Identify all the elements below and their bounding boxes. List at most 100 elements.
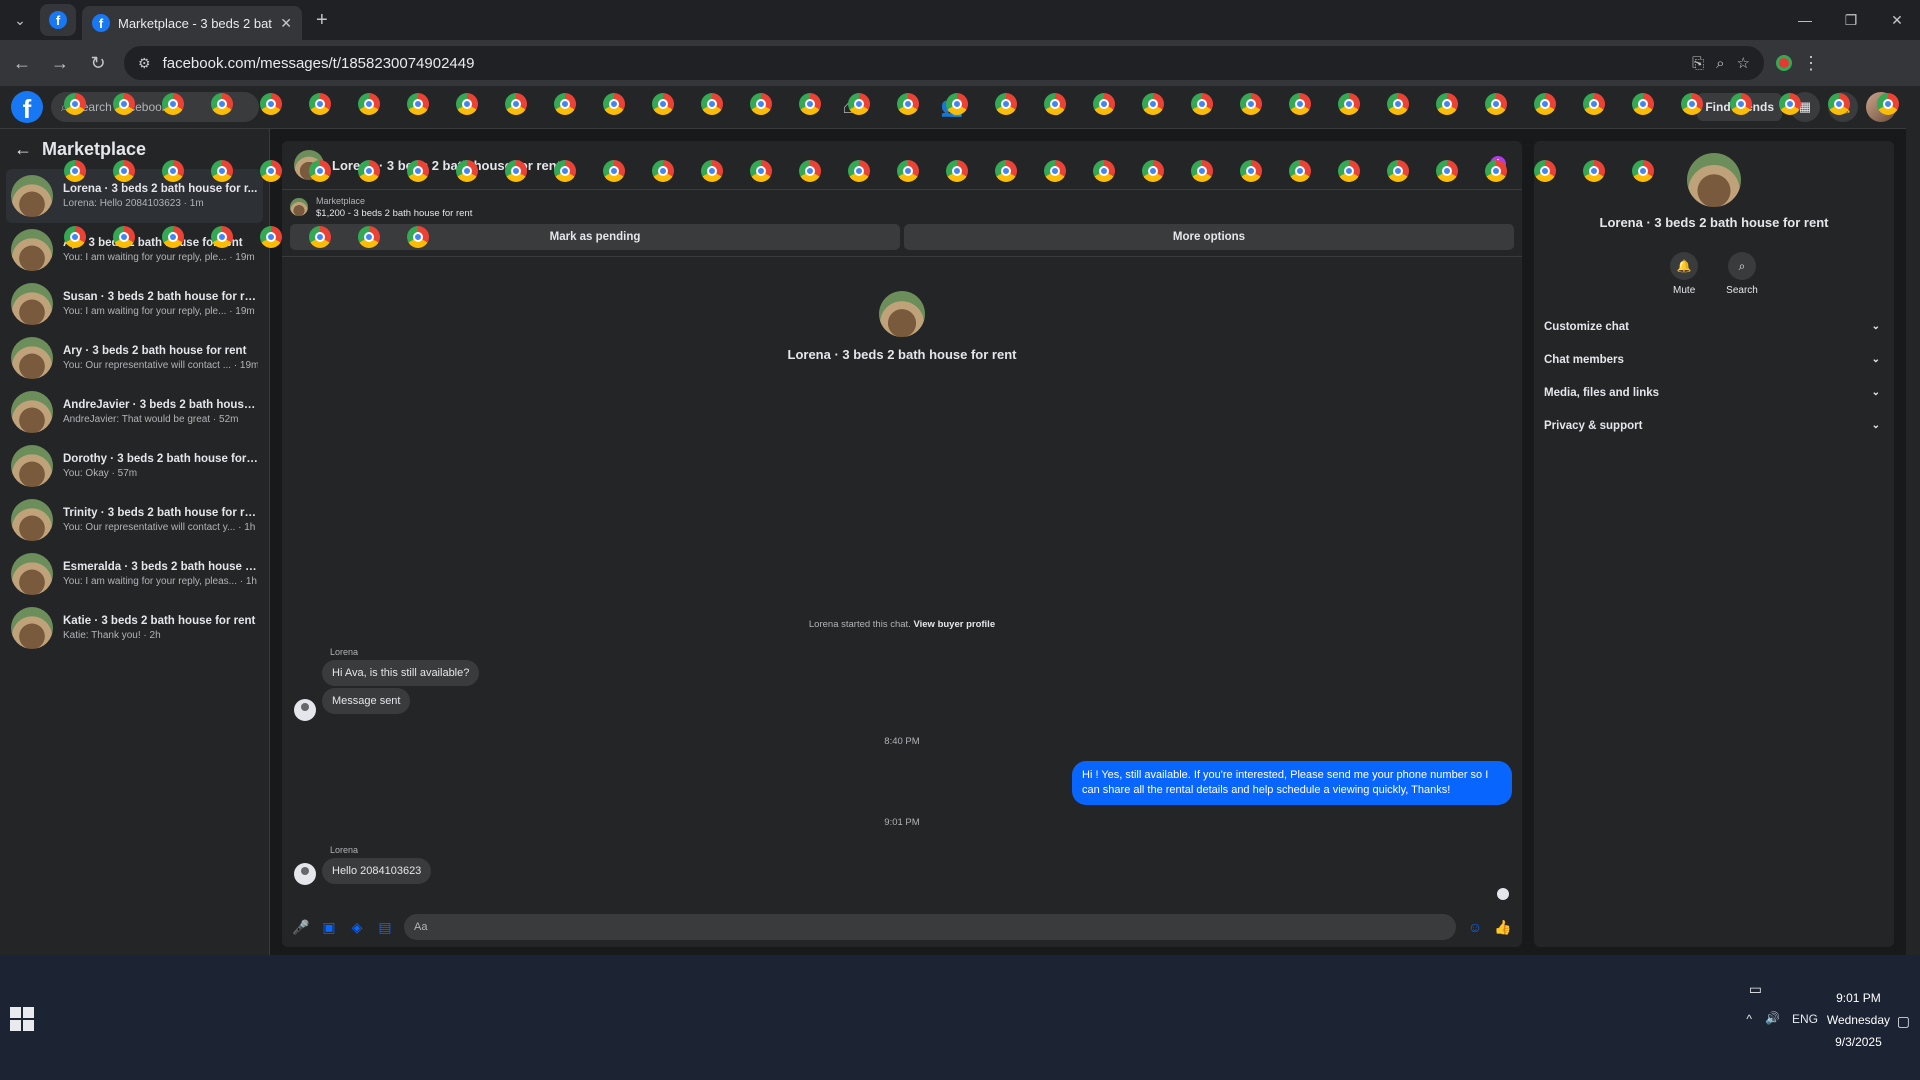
bookmark-star-icon[interactable]: ☆ [1737, 54, 1750, 72]
taskbar-app-icon[interactable] [750, 93, 772, 115]
taskbar-app-icon[interactable] [1632, 160, 1654, 182]
taskbar-app-icon[interactable] [897, 160, 919, 182]
taskbar-app-icon[interactable] [456, 160, 478, 182]
notification-center-icon[interactable]: ▢ [1897, 1013, 1910, 1030]
taskbar-app-icon[interactable] [113, 226, 135, 248]
taskbar-app-icon[interactable] [1681, 93, 1703, 115]
taskbar-app-icon[interactable] [505, 93, 527, 115]
taskbar-app-icon[interactable] [1534, 160, 1556, 182]
site-info-icon[interactable]: ⚙ [138, 55, 151, 72]
taskbar-app-icon[interactable] [1044, 160, 1066, 182]
taskbar-app-icon[interactable] [358, 93, 380, 115]
photo-icon[interactable]: ▣ [320, 919, 338, 936]
extension-icon[interactable] [1776, 55, 1792, 71]
taskbar-app-icon[interactable] [1338, 93, 1360, 115]
conversation-item[interactable]: Katie · 3 beds 2 bath house for rent Kati… [6, 601, 263, 655]
search-button[interactable]: ⌕ Search [1726, 252, 1758, 296]
sticker-icon[interactable]: ◈ [348, 919, 366, 936]
restore-button[interactable]: ❐ [1828, 0, 1874, 40]
mark-as-pending-button[interactable]: Mark as pending [290, 224, 900, 250]
taskbar-app-icon[interactable] [701, 93, 723, 115]
sender-avatar[interactable] [294, 699, 316, 721]
message-input[interactable]: Aa [404, 914, 1456, 940]
taskbar-app-icon[interactable] [1289, 93, 1311, 115]
taskbar-app-icon[interactable] [603, 93, 625, 115]
taskbar-app-icon[interactable] [799, 160, 821, 182]
tab-search-dropdown[interactable]: ⌄ [6, 6, 34, 34]
taskbar-app-icon[interactable] [946, 93, 968, 115]
taskbar-app-icon[interactable] [1485, 160, 1507, 182]
language-indicator[interactable]: ENG [1792, 1012, 1818, 1026]
like-thumb-icon[interactable]: 👍 [1494, 919, 1512, 936]
taskbar-app-icon[interactable] [113, 160, 135, 182]
taskbar-app-icon[interactable] [848, 93, 870, 115]
taskbar-app-icon[interactable] [1240, 93, 1262, 115]
message-bubble[interactable]: Hello 2084103623 [322, 858, 432, 884]
taskbar-app-icon[interactable] [1779, 93, 1801, 115]
taskbar-app-icon[interactable] [358, 226, 380, 248]
view-buyer-profile-link[interactable]: View buyer profile [913, 619, 995, 630]
taskbar-app-icon[interactable] [309, 160, 331, 182]
taskbar-app-icon[interactable] [1142, 93, 1164, 115]
facebook-logo[interactable]: f [11, 91, 43, 123]
back-arrow-icon[interactable]: ← [14, 139, 32, 160]
sender-avatar[interactable] [294, 863, 316, 885]
taskbar-app-icon[interactable] [1289, 160, 1311, 182]
taskbar-app-icon[interactable] [1436, 93, 1458, 115]
emoji-icon[interactable]: ☺ [1466, 919, 1484, 935]
taskbar-app-icon[interactable] [407, 160, 429, 182]
message-bubble[interactable]: Message sent [322, 688, 411, 714]
section-customize-chat[interactable]: Customize chat ⌄ [1534, 310, 1894, 343]
conversation-item[interactable]: Trinity · 3 beds 2 bath house for rent Yo… [6, 493, 263, 547]
taskbar-app-icon[interactable] [1632, 93, 1654, 115]
taskbar-app-icon[interactable] [554, 93, 576, 115]
taskbar-app-icon[interactable] [1583, 160, 1605, 182]
conversation-item[interactable]: Dorothy · 3 beds 2 bath house for ... You… [6, 439, 263, 493]
taskbar-app-icon[interactable] [64, 226, 86, 248]
taskbar-app-icon[interactable] [260, 93, 282, 115]
taskbar-app-icon[interactable] [1142, 160, 1164, 182]
taskbar-app-icon[interactable] [260, 226, 282, 248]
taskbar-app-icon[interactable] [1534, 93, 1556, 115]
zoom-icon[interactable]: ⌕ [1716, 55, 1724, 72]
taskbar-app-icon[interactable] [309, 226, 331, 248]
taskbar-app-icon[interactable] [211, 93, 233, 115]
listing-banner[interactable]: Marketplace $1,200 - 3 beds 2 bath house… [282, 190, 1522, 224]
taskbar-app-icon[interactable] [260, 160, 282, 182]
taskbar-app-icon[interactable] [995, 160, 1017, 182]
taskbar-app-icon[interactable] [1436, 160, 1458, 182]
taskbar-app-icon[interactable] [407, 93, 429, 115]
tab-close-icon[interactable]: ✕ [280, 15, 292, 32]
browser-menu-icon[interactable]: ⋮ [1802, 53, 1820, 74]
taskbar-app-icon[interactable] [1044, 93, 1066, 115]
taskbar-app-icon[interactable] [897, 93, 919, 115]
message-bubble[interactable]: Hi Ava, is this still available? [322, 660, 480, 686]
taskbar-app-icon[interactable] [1828, 93, 1850, 115]
taskbar-app-icon[interactable] [848, 160, 870, 182]
back-button[interactable]: ← [6, 47, 38, 79]
taskbar-app-icon[interactable] [211, 226, 233, 248]
taskbar-app-icon[interactable] [701, 160, 723, 182]
taskbar-app-icon[interactable] [652, 93, 674, 115]
taskbar-app-icon[interactable] [162, 93, 184, 115]
clock[interactable]: 9:01 PM Wednesday 9/3/2025 [1827, 987, 1890, 1053]
windows-start-icon[interactable] [10, 1007, 34, 1031]
taskbar-app-icon[interactable] [1583, 93, 1605, 115]
details-avatar[interactable] [1687, 153, 1741, 207]
taskbar-app-icon[interactable] [309, 93, 331, 115]
taskbar-app-icon[interactable] [1877, 93, 1899, 115]
taskbar-app-icon[interactable] [1387, 93, 1409, 115]
taskbar-app-icon[interactable] [1093, 160, 1115, 182]
tray-chevron-icon[interactable]: ^ [1746, 1012, 1752, 1026]
taskbar-app-icon[interactable] [113, 93, 135, 115]
gif-icon[interactable]: ▤ [376, 919, 394, 936]
mute-button[interactable]: 🔔 Mute [1670, 252, 1699, 296]
close-window-button[interactable]: ✕ [1874, 0, 1920, 40]
conversation-item[interactable]: AndreJavier · 3 beds 2 bath house ... And… [6, 385, 263, 439]
section-media-files-links[interactable]: Media, files and links ⌄ [1534, 376, 1894, 409]
taskbar-app-icon[interactable] [162, 160, 184, 182]
section-privacy-support[interactable]: Privacy & support ⌄ [1534, 409, 1894, 442]
taskbar-app-icon[interactable] [1240, 160, 1262, 182]
page-scrollbar[interactable] [1906, 86, 1920, 955]
taskbar-app-icon[interactable] [456, 93, 478, 115]
